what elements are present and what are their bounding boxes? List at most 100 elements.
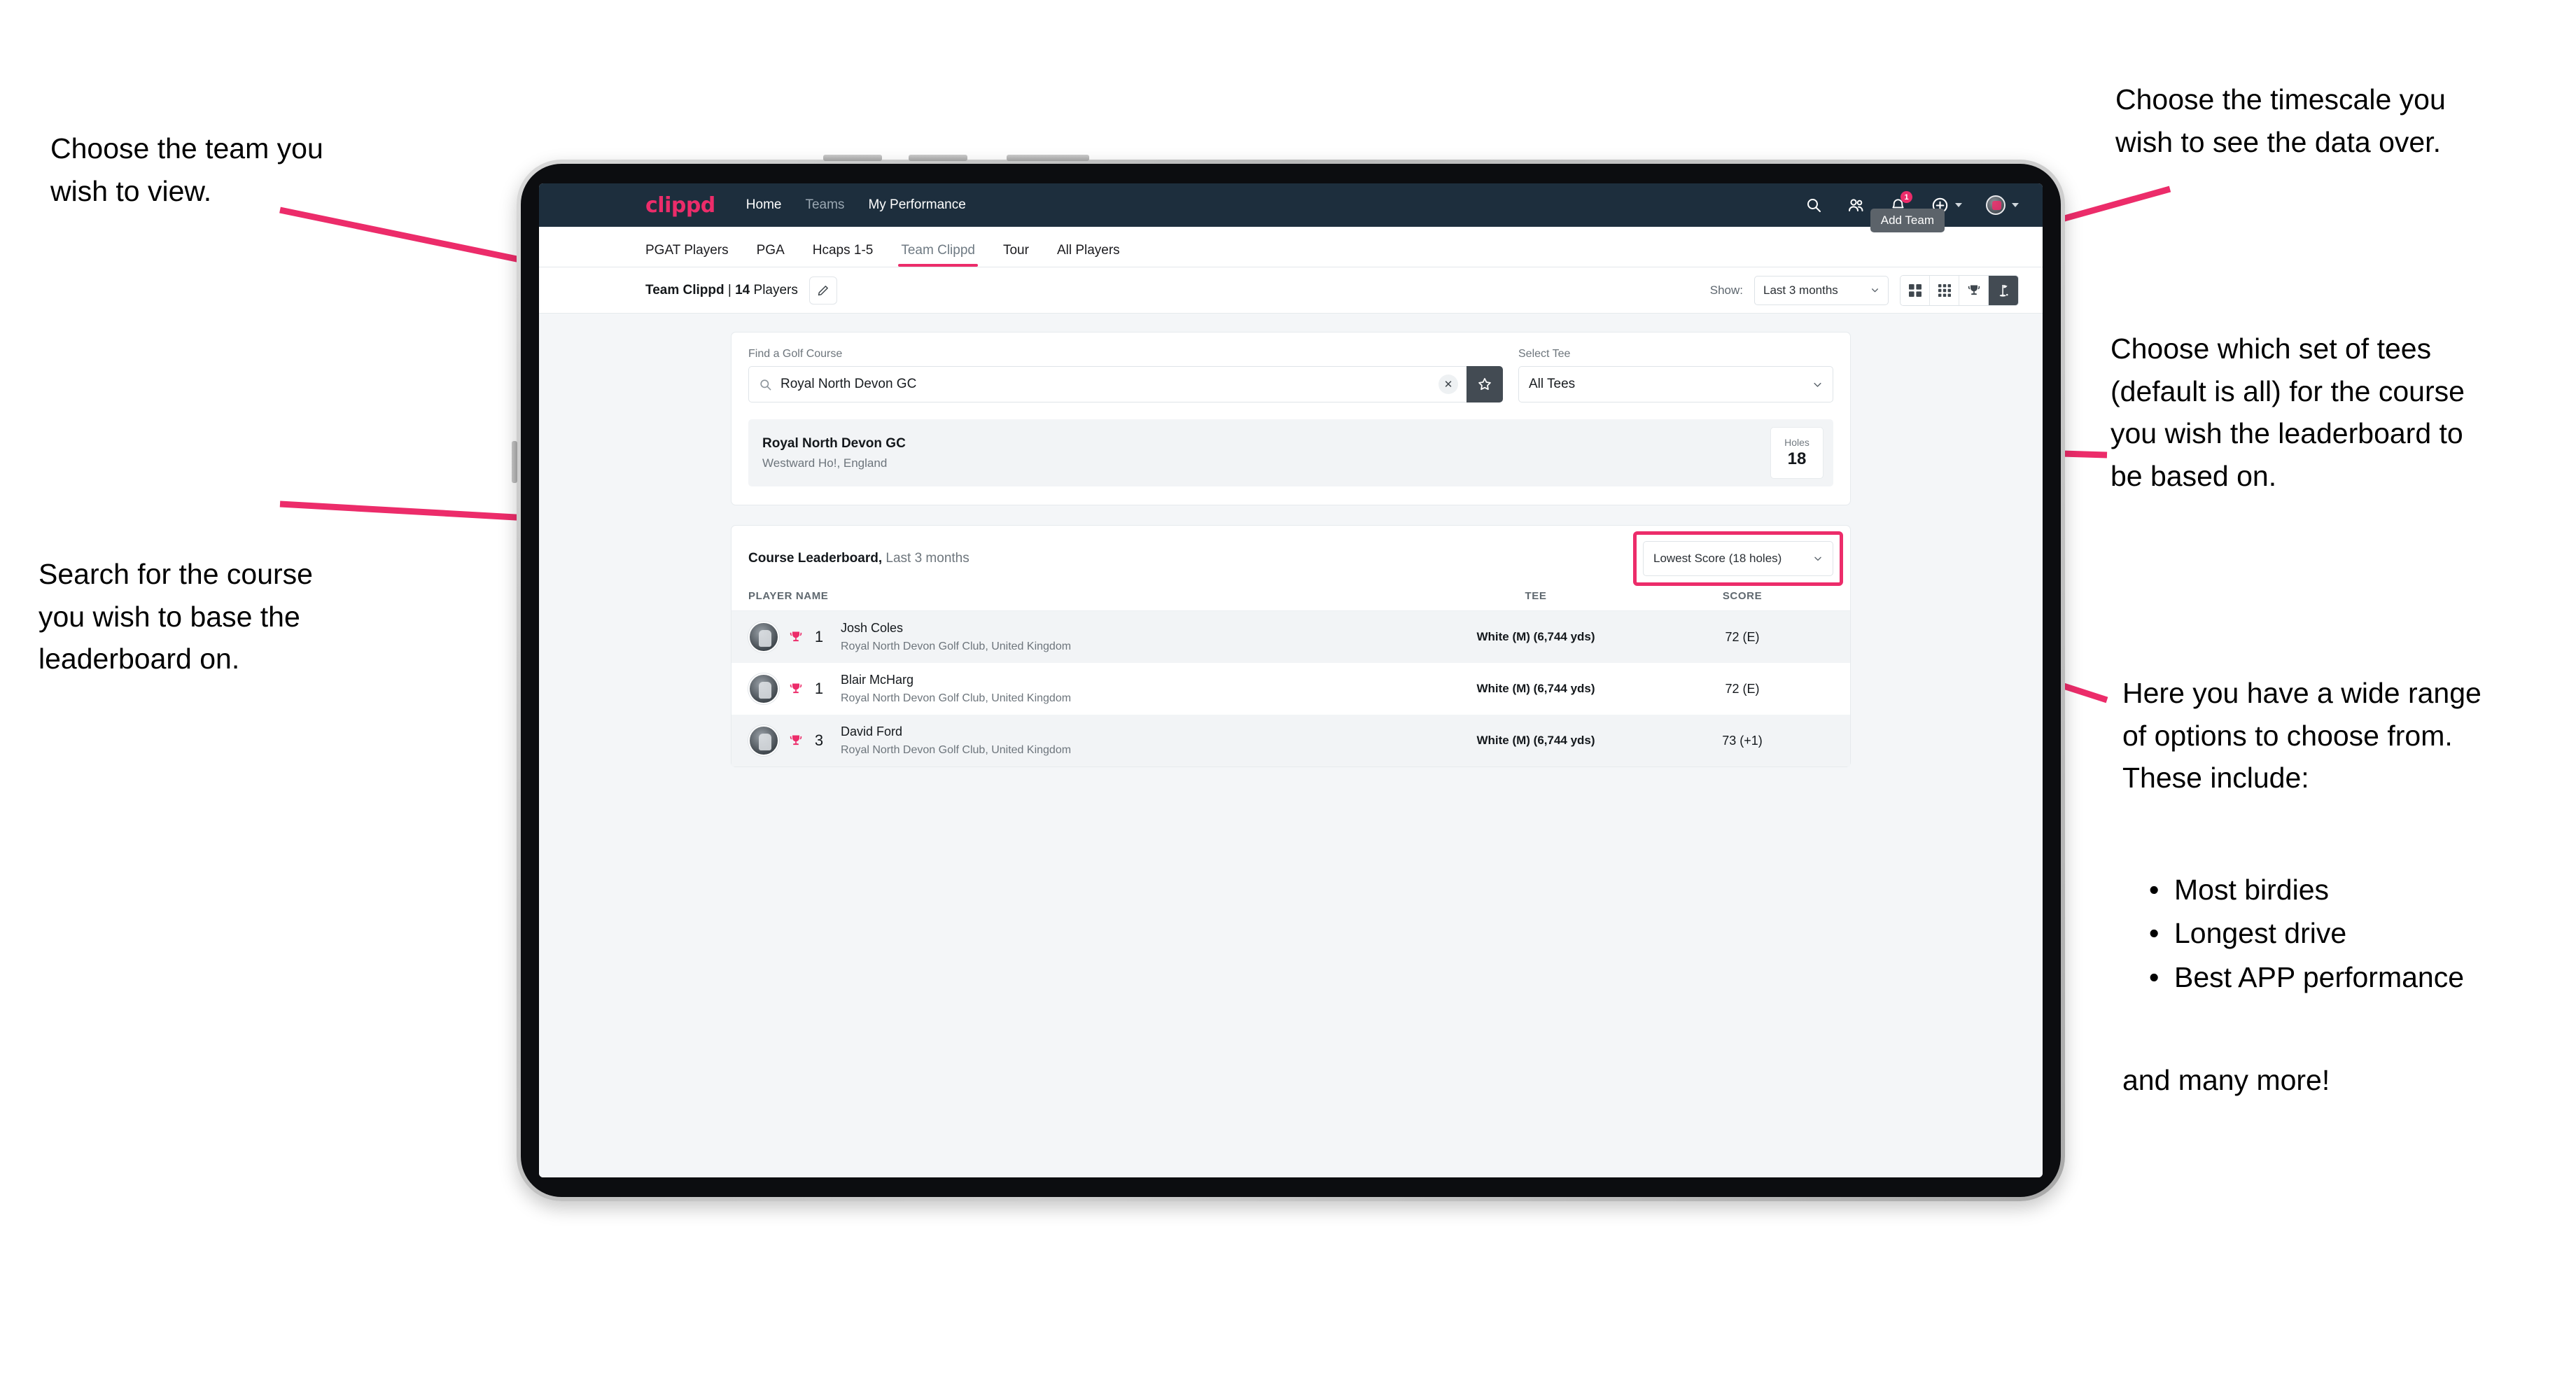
- player-club: Royal North Devon Golf Club, United King…: [841, 640, 1072, 652]
- course-search-column: Find a Golf Course Royal North Devon GC …: [748, 348, 1503, 402]
- chevron-down-icon[interactable]: [2012, 203, 2019, 207]
- player-info: Blair McHarg Royal North Devon Golf Club…: [841, 673, 1071, 705]
- annotation-choose-timescale: Choose the timescale you wish to see the…: [2115, 83, 2446, 158]
- course-search-fields: Find a Golf Course Royal North Devon GC …: [748, 348, 1833, 402]
- device-side-button: [512, 441, 517, 483]
- app-screen: clippd Home Teams My Performance 1 PGAT …: [539, 183, 2043, 1177]
- player-name: Josh Coles: [841, 621, 904, 635]
- annotation-search-course: Search for the course you wish to base t…: [38, 558, 313, 676]
- bullet-dot: •: [2149, 917, 2160, 950]
- nav-link-teams[interactable]: Teams: [805, 197, 844, 213]
- bullet-label: Most birdies: [2174, 874, 2330, 906]
- view-trophy-button[interactable]: [1959, 275, 1989, 305]
- pencil-icon: [818, 285, 828, 295]
- player-cell: 1 Josh Coles Royal North Devon Golf Club…: [748, 621, 1420, 653]
- annotation-choose-team: Choose the team you wish to view.: [50, 132, 323, 207]
- tab-hcaps-1-5[interactable]: Hcaps 1-5: [813, 243, 874, 267]
- player-rank: 1: [814, 680, 824, 697]
- tab-tour[interactable]: Tour: [1003, 243, 1029, 267]
- leaderboard-header: Course Leaderboard, Last 3 months Lowest…: [732, 526, 1850, 590]
- star-icon: [1478, 378, 1491, 391]
- leaderboard-title-sub: Last 3 months: [882, 551, 969, 566]
- column-player-name: PLAYER NAME: [748, 590, 829, 602]
- tab-pgat-players[interactable]: PGAT Players: [645, 243, 729, 267]
- table-row[interactable]: 1 Blair McHarg Royal North Devon Golf Cl…: [732, 663, 1850, 715]
- tablet-device: clippd Home Teams My Performance 1 PGAT …: [512, 155, 2065, 1201]
- course-search-input[interactable]: Royal North Devon GC ✕: [748, 366, 1466, 402]
- leaderboard-sort-select[interactable]: Lowest Score (18 holes): [1643, 541, 1833, 576]
- player-tee: White (M) (6,744 yds): [1476, 682, 1595, 695]
- grid-2x2-icon: [1908, 284, 1921, 297]
- bullet-label: Best APP performance: [2174, 960, 2465, 993]
- leaderboard-table: PLAYER NAME TEE SCORE 1 Josh Coles Royal…: [732, 590, 1850, 766]
- tablet-bezel: clippd Home Teams My Performance 1 PGAT …: [521, 164, 2061, 1197]
- timescale-value: Last 3 months: [1763, 283, 1838, 297]
- leaderboard-sort-value: Lowest Score (18 holes): [1653, 552, 1782, 565]
- leaderboard-table-header: PLAYER NAME TEE SCORE: [732, 590, 1850, 611]
- nav-link-my-performance[interactable]: My Performance: [868, 197, 965, 213]
- grid-3x3-icon: [1938, 284, 1951, 297]
- player-rank: 3: [814, 732, 824, 749]
- favorite-course-button[interactable]: [1466, 366, 1503, 402]
- select-tee-label: Select Tee: [1518, 348, 1571, 360]
- tee-select[interactable]: All Tees: [1518, 366, 1833, 402]
- course-result-name: Royal North Devon GC: [762, 435, 906, 451]
- player-score: 73 (+1): [1722, 733, 1763, 748]
- course-search-card: Find a Golf Course Royal North Devon GC …: [731, 332, 1851, 505]
- player-info: David Ford Royal North Devon Golf Club, …: [841, 724, 1071, 757]
- search-icon[interactable]: [1805, 196, 1823, 214]
- tab-all-players[interactable]: All Players: [1057, 243, 1120, 267]
- player-cell: 3 David Ford Royal North Devon Golf Club…: [748, 724, 1420, 757]
- golf-flag-icon: [1999, 284, 2008, 297]
- column-tee: TEE: [1525, 590, 1547, 602]
- table-row[interactable]: 1 Josh Coles Royal North Devon Golf Club…: [732, 611, 1850, 663]
- bullet-dot: •: [2149, 874, 2160, 906]
- bullet-label: Longest drive: [2174, 917, 2347, 950]
- tab-team-clippd[interactable]: Team Clippd: [898, 243, 978, 267]
- search-icon: [759, 378, 772, 391]
- course-search-value: Royal North Devon GC: [780, 377, 917, 391]
- chevron-down-icon[interactable]: [1955, 203, 1962, 207]
- page-body: Find a Golf Course Royal North Devon GC …: [539, 314, 2043, 1177]
- trophy-icon: [789, 733, 803, 748]
- bullet-dot: •: [2149, 960, 2160, 993]
- show-label: Show:: [1709, 283, 1743, 297]
- annotation-options-intro: Here you have a wide range of options to…: [2122, 677, 2482, 794]
- close-icon[interactable]: ✕: [1438, 374, 1458, 394]
- trophy-icon: [789, 681, 803, 696]
- people-icon[interactable]: [1847, 196, 1865, 214]
- player-club: Royal North Devon Golf Club, United King…: [841, 692, 1072, 704]
- trophy-icon: [789, 629, 803, 645]
- chevron-down-icon: [1814, 382, 1821, 387]
- team-name: Team Clippd: [645, 282, 724, 298]
- course-leaderboard-card: Course Leaderboard, Last 3 months Lowest…: [731, 525, 1851, 767]
- player-score: 72 (E): [1725, 629, 1760, 644]
- brand-logo[interactable]: clippd: [645, 193, 715, 218]
- find-course-label: Find a Golf Course: [748, 348, 843, 360]
- table-row[interactable]: 3 David Ford Royal North Devon Golf Club…: [732, 715, 1850, 766]
- player-info: Josh Coles Royal North Devon Golf Club, …: [841, 621, 1071, 653]
- trophy-icon: [1968, 285, 1980, 295]
- filter-controls: Show: Last 3 months: [1709, 274, 2019, 306]
- notification-badge: 1: [1900, 191, 1912, 203]
- edit-team-button[interactable]: [808, 276, 837, 304]
- profile-menu[interactable]: [1986, 195, 2019, 215]
- chevron-down-icon: [1814, 556, 1821, 561]
- course-result-text: Royal North Devon GC Westward Ho!, Engla…: [762, 436, 906, 470]
- nav-link-home[interactable]: Home: [746, 197, 782, 213]
- player-rank: 1: [814, 628, 824, 645]
- view-golf-flag-button[interactable]: [1989, 275, 2018, 305]
- chevron-down-icon: [1872, 288, 1878, 293]
- player-cell: 1 Blair McHarg Royal North Devon Golf Cl…: [748, 673, 1420, 705]
- view-grid-3x3-button[interactable]: [1930, 275, 1959, 305]
- course-result-row[interactable]: Royal North Devon GC Westward Ho!, Engla…: [748, 419, 1833, 486]
- tab-pga[interactable]: PGA: [757, 243, 785, 267]
- course-result-location: Westward Ho!, England: [762, 456, 888, 470]
- avatar[interactable]: [1986, 195, 2005, 215]
- add-team-tooltip: Add Team: [1870, 209, 1945, 232]
- view-grid-2x2-button[interactable]: [1900, 275, 1930, 305]
- annotation-choose-tees: Choose which set of tees (default is all…: [2110, 332, 2465, 493]
- leaderboard-title: Course Leaderboard, Last 3 months: [748, 551, 969, 566]
- team-separator: |: [724, 282, 736, 298]
- timescale-select[interactable]: Last 3 months: [1754, 275, 1889, 305]
